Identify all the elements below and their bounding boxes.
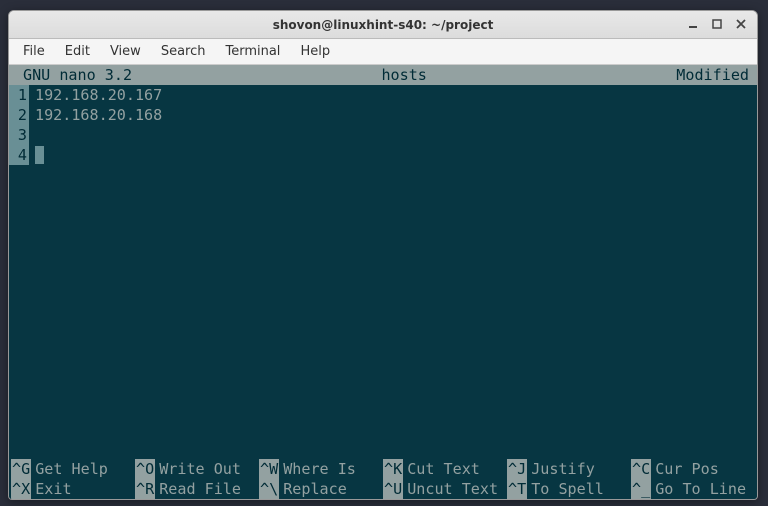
maximize-icon (712, 19, 722, 29)
nano-modified: Modified (676, 65, 753, 85)
shortcut-key: ^_ (631, 479, 651, 499)
editor-line[interactable]: 3 (9, 125, 757, 145)
shortcut-label: Uncut Text (403, 479, 498, 499)
menu-terminal[interactable]: Terminal (215, 41, 290, 62)
line-number: 3 (9, 125, 29, 145)
nano-shortcut: ^JJustify (507, 459, 631, 479)
shortcut-label: Cur Pos (651, 459, 719, 479)
shortcut-key: ^U (383, 479, 403, 499)
shortcut-key: ^\ (259, 479, 279, 499)
line-text (29, 125, 35, 145)
titlebar[interactable]: shovon@linuxhint-s40: ~/project (9, 11, 757, 39)
shortcut-key: ^K (383, 459, 403, 479)
shortcut-key: ^G (11, 459, 31, 479)
nano-shortcut: ^XExit (11, 479, 135, 499)
shortcut-key: ^T (507, 479, 527, 499)
maximize-button[interactable] (705, 13, 729, 35)
menu-search[interactable]: Search (151, 41, 216, 62)
nano-shortcut: ^KCut Text (383, 459, 507, 479)
minimize-button[interactable] (681, 13, 705, 35)
nano-shortcut: ^WWhere Is (259, 459, 383, 479)
shortcut-key: ^C (631, 459, 651, 479)
nano-shortcut: ^GGet Help (11, 459, 135, 479)
terminal-window: shovon@linuxhint-s40: ~/project File Edi… (8, 10, 758, 500)
nano-shortcut: ^_Go To Line (631, 479, 755, 499)
window-controls (681, 13, 753, 35)
line-text (29, 145, 44, 165)
editor-area[interactable]: 1192.168.20.1672192.168.20.16834 (9, 85, 757, 459)
menu-file[interactable]: File (13, 41, 55, 62)
shortcut-label: Read File (155, 479, 241, 499)
line-number: 1 (9, 85, 29, 105)
footer-row-2: ^XExit^RRead File^\Replace^UUncut Text^T… (11, 479, 755, 499)
text-cursor (35, 146, 44, 164)
shortcut-key: ^W (259, 459, 279, 479)
shortcut-label: Go To Line (651, 479, 746, 499)
line-text: 192.168.20.168 (29, 105, 162, 125)
editor-line[interactable]: 4 (9, 145, 757, 165)
shortcut-label: Where Is (279, 459, 356, 479)
nano-shortcut: ^UUncut Text (383, 479, 507, 499)
line-number: 2 (9, 105, 29, 125)
close-button[interactable] (729, 13, 753, 35)
nano-shortcut: ^CCur Pos (631, 459, 755, 479)
shortcut-label: Justify (527, 459, 595, 479)
line-number: 4 (9, 145, 29, 165)
close-icon (736, 19, 746, 29)
shortcut-key: ^O (135, 459, 155, 479)
nano-header: GNU nano 3.2 hosts Modified (9, 65, 757, 85)
nano-version: GNU nano 3.2 (13, 65, 132, 85)
shortcut-label: To Spell (527, 479, 604, 499)
shortcut-label: Exit (31, 479, 71, 499)
shortcut-label: Cut Text (403, 459, 480, 479)
nano-footer: ^GGet Help^OWrite Out^WWhere Is^KCut Tex… (9, 459, 757, 499)
window-title: shovon@linuxhint-s40: ~/project (273, 18, 494, 32)
menu-edit[interactable]: Edit (55, 41, 100, 62)
shortcut-key: ^R (135, 479, 155, 499)
editor-line[interactable]: 1192.168.20.167 (9, 85, 757, 105)
shortcut-key: ^J (507, 459, 527, 479)
nano-shortcut: ^OWrite Out (135, 459, 259, 479)
footer-row-1: ^GGet Help^OWrite Out^WWhere Is^KCut Tex… (11, 459, 755, 479)
nano-shortcut: ^\Replace (259, 479, 383, 499)
nano-shortcut: ^TTo Spell (507, 479, 631, 499)
menu-view[interactable]: View (100, 41, 151, 62)
menu-help[interactable]: Help (290, 41, 340, 62)
editor-line[interactable]: 2192.168.20.168 (9, 105, 757, 125)
nano-filename: hosts (132, 65, 676, 85)
shortcut-label: Replace (279, 479, 347, 499)
menubar: File Edit View Search Terminal Help (9, 39, 757, 65)
shortcut-label: Write Out (155, 459, 241, 479)
terminal-area[interactable]: GNU nano 3.2 hosts Modified 1192.168.20.… (9, 65, 757, 499)
line-text: 192.168.20.167 (29, 85, 162, 105)
minimize-icon (688, 19, 698, 29)
shortcut-label: Get Help (31, 459, 108, 479)
shortcut-key: ^X (11, 479, 31, 499)
nano-shortcut: ^RRead File (135, 479, 259, 499)
